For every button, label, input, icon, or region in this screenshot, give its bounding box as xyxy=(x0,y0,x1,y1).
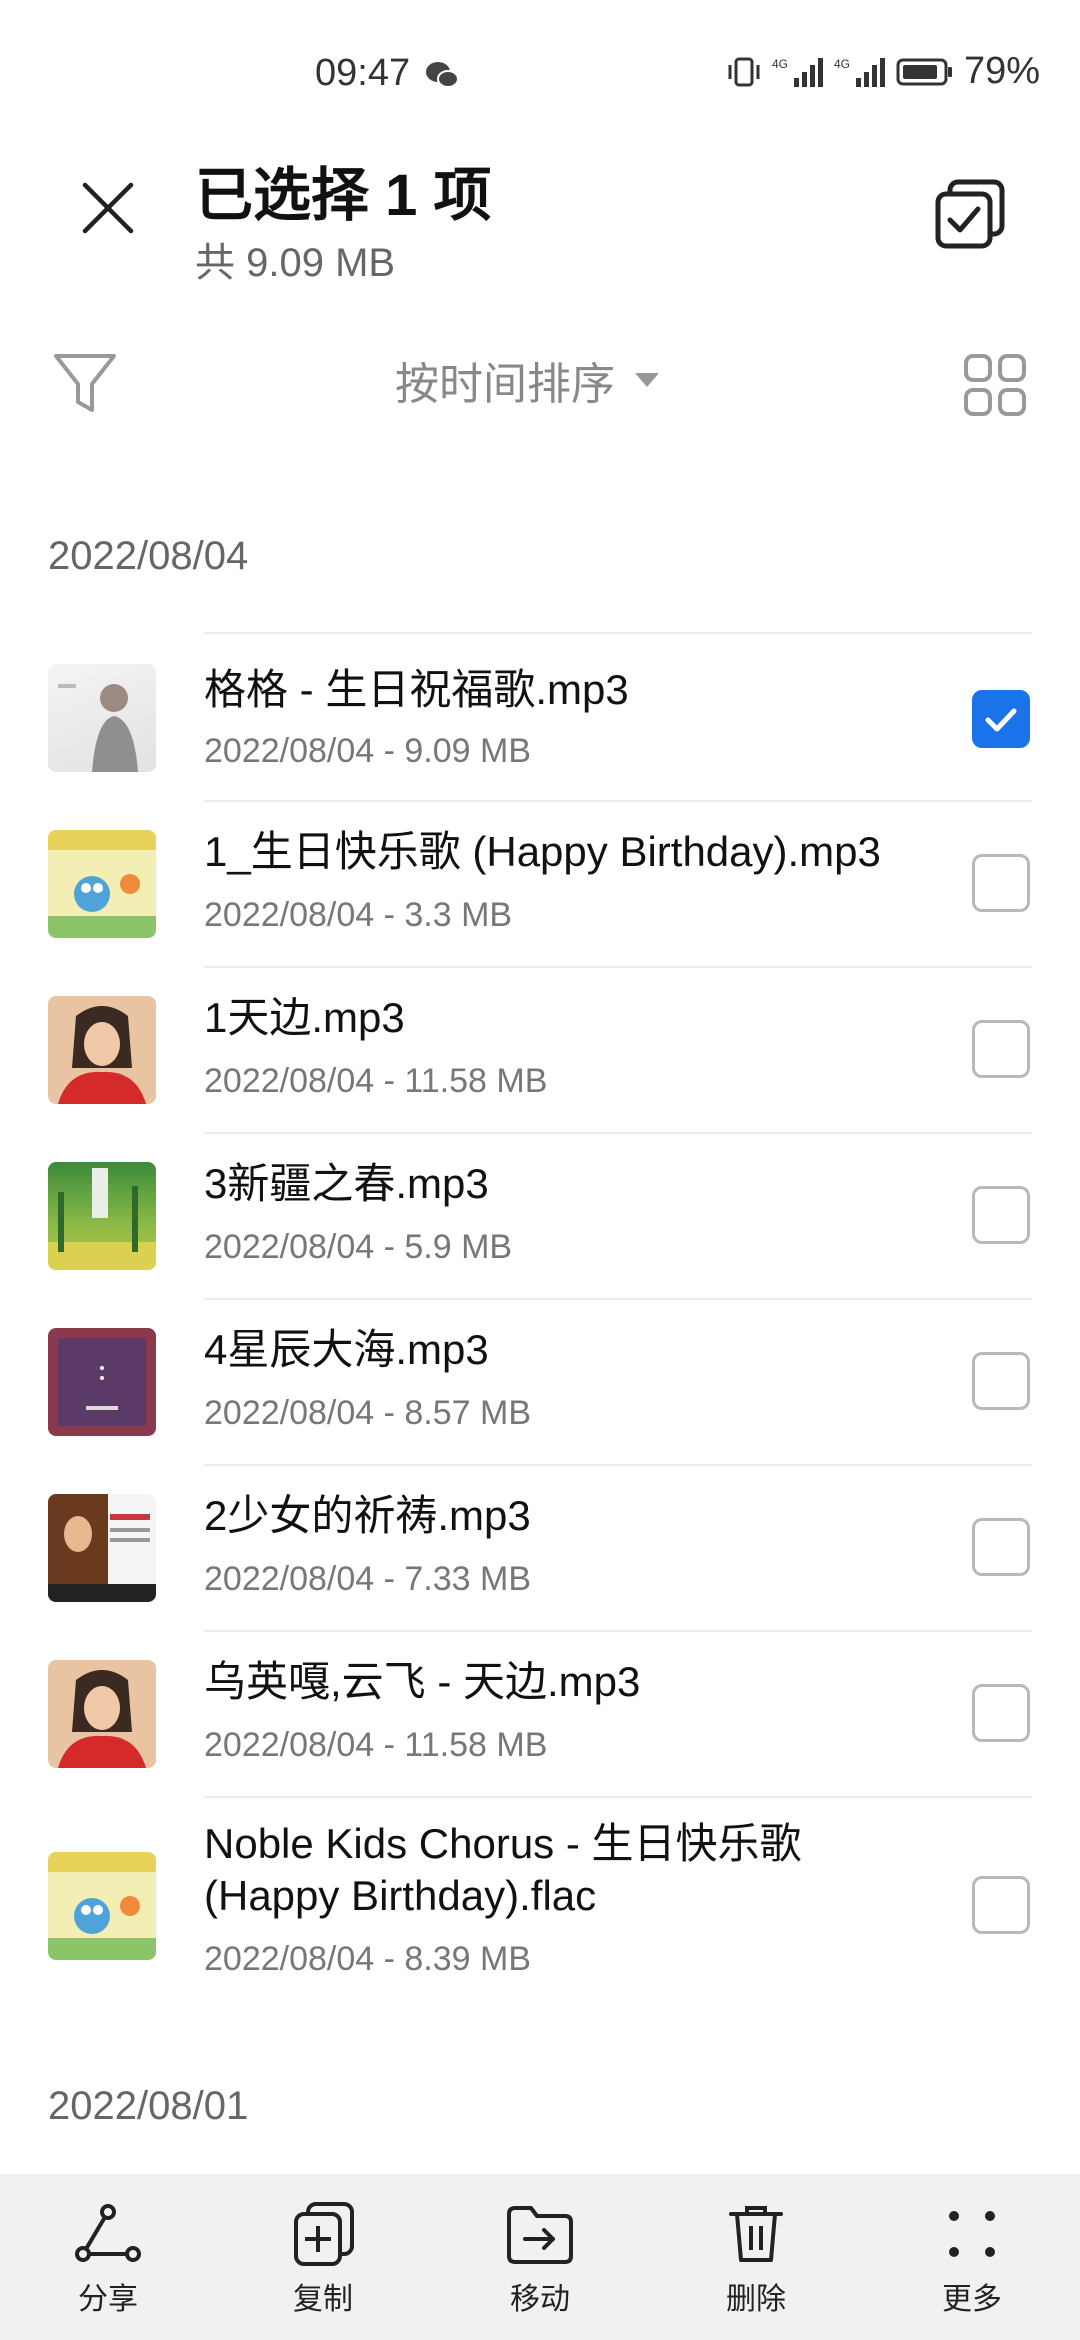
selection-size: 共 9.09 MB xyxy=(195,241,396,285)
dropdown-arrow-icon xyxy=(635,373,659,387)
file-checkbox[interactable] xyxy=(972,1876,1030,1934)
delete-label: 删除 xyxy=(726,2283,786,2316)
file-name: 4星辰大海.mp3 xyxy=(204,1326,489,1373)
file-thumbnail xyxy=(48,830,156,938)
file-row[interactable]: 1天边.mp3 2022/08/04 - 11.58 MB xyxy=(0,966,1080,1132)
file-meta: 2022/08/04 - 8.39 MB xyxy=(204,1940,532,1978)
file-name: 格格 - 生日祝福歌.mp3 xyxy=(204,666,629,713)
signal-icon: 4G xyxy=(772,57,823,87)
share-label: 分享 xyxy=(78,2283,138,2316)
sort-label: 按时间排序 xyxy=(395,360,615,409)
file-meta: 2022/08/04 - 11.58 MB xyxy=(204,1726,548,1764)
more-button[interactable]: 更多 xyxy=(912,2202,1032,2318)
file-row[interactable]: 4星辰大海.mp3 2022/08/04 - 8.57 MB xyxy=(0,1298,1080,1464)
file-meta: 2022/08/04 - 5.9 MB xyxy=(204,1228,513,1266)
svg-text:4G: 4G xyxy=(834,57,850,71)
file-row[interactable]: 2少女的祈祷.mp3 2022/08/04 - 7.33 MB xyxy=(0,1464,1080,1630)
bottom-action-bar: 分享 复制 移动 删除 更多 xyxy=(0,2174,1080,2340)
file-meta: 2022/08/04 - 9.09 MB xyxy=(204,732,532,770)
delete-icon xyxy=(729,2206,783,2262)
copy-icon xyxy=(294,2202,354,2266)
section-date-header: 2022/08/04 xyxy=(48,534,249,578)
file-name: 2少女的祈祷.mp3 xyxy=(204,1492,531,1539)
close-button[interactable] xyxy=(70,170,145,245)
file-row[interactable]: 格格 - 生日祝福歌.mp3 2022/08/04 - 9.09 MB xyxy=(0,640,1080,800)
vibrate-icon xyxy=(728,57,760,86)
file-checkbox[interactable] xyxy=(972,1518,1030,1576)
battery-icon xyxy=(896,58,952,85)
file-thumbnail xyxy=(48,1494,156,1602)
file-checkbox-checked[interactable] xyxy=(972,690,1030,748)
file-row[interactable]: Noble Kids Chorus - 生日快乐歌 (Happy Birthda… xyxy=(0,1796,1080,2014)
close-icon xyxy=(82,182,133,233)
file-meta: 2022/08/04 - 7.33 MB xyxy=(204,1560,532,1598)
status-time: 09:47 xyxy=(315,52,411,94)
battery-percentage: 79% xyxy=(963,50,1040,92)
move-icon xyxy=(507,2206,573,2264)
file-name: Noble Kids Chorus - 生日快乐歌 (Happy Birthda… xyxy=(204,1820,802,1919)
delete-button[interactable]: 删除 xyxy=(696,2202,816,2318)
svg-text:4G: 4G xyxy=(772,57,788,71)
signal-icon-2: 4G xyxy=(834,57,885,87)
file-checkbox[interactable] xyxy=(972,1020,1030,1078)
grid-view-button[interactable] xyxy=(960,350,1030,420)
file-thumbnail xyxy=(48,1328,156,1436)
divider xyxy=(204,632,1032,634)
copy-button[interactable]: 复制 xyxy=(263,2202,383,2318)
file-meta: 2022/08/04 - 8.57 MB xyxy=(204,1394,532,1432)
move-button[interactable]: 移动 xyxy=(480,2202,600,2318)
file-name: 3新疆之春.mp3 xyxy=(204,1160,489,1207)
file-row[interactable]: 1_生日快乐歌 (Happy Birthday).mp3 2022/08/04 … xyxy=(0,800,1080,966)
file-checkbox[interactable] xyxy=(972,1186,1030,1244)
filter-button[interactable] xyxy=(50,348,120,418)
file-thumbnail xyxy=(48,664,156,772)
file-row[interactable]: 乌英嘎,云飞 - 天边.mp3 2022/08/04 - 11.58 MB xyxy=(0,1630,1080,1796)
file-name: 1_生日快乐歌 (Happy Birthday).mp3 xyxy=(204,828,881,875)
share-button[interactable]: 分享 xyxy=(48,2202,168,2318)
file-thumbnail xyxy=(48,996,156,1104)
checkmark-icon xyxy=(985,708,1017,732)
file-checkbox[interactable] xyxy=(972,854,1030,912)
share-icon xyxy=(75,2204,141,2262)
page-title: 已选择 1 项 xyxy=(195,163,492,228)
file-checkbox[interactable] xyxy=(972,1684,1030,1742)
status-indicators: 4G 4G 79% xyxy=(726,50,1040,93)
move-label: 移动 xyxy=(510,2283,570,2316)
select-all-button[interactable] xyxy=(930,176,1010,256)
copy-label: 复制 xyxy=(293,2283,353,2316)
more-label: 更多 xyxy=(942,2283,1002,2316)
file-thumbnail xyxy=(48,1852,156,1960)
sort-dropdown[interactable]: 按时间排序 xyxy=(395,350,661,410)
file-thumbnail xyxy=(48,1162,156,1270)
file-checkbox[interactable] xyxy=(972,1352,1030,1410)
wechat-icon xyxy=(426,62,459,88)
file-row[interactable]: 3新疆之春.mp3 2022/08/04 - 5.9 MB xyxy=(0,1132,1080,1298)
file-meta: 2022/08/04 - 3.3 MB xyxy=(204,896,513,934)
section-date-header: 2022/08/01 xyxy=(48,2084,249,2128)
file-name: 1天边.mp3 xyxy=(204,994,405,1041)
file-meta: 2022/08/04 - 11.58 MB xyxy=(204,1062,548,1100)
file-thumbnail xyxy=(48,1660,156,1768)
file-name: 乌英嘎,云飞 - 天边.mp3 xyxy=(204,1658,641,1705)
more-icon xyxy=(949,2211,995,2257)
